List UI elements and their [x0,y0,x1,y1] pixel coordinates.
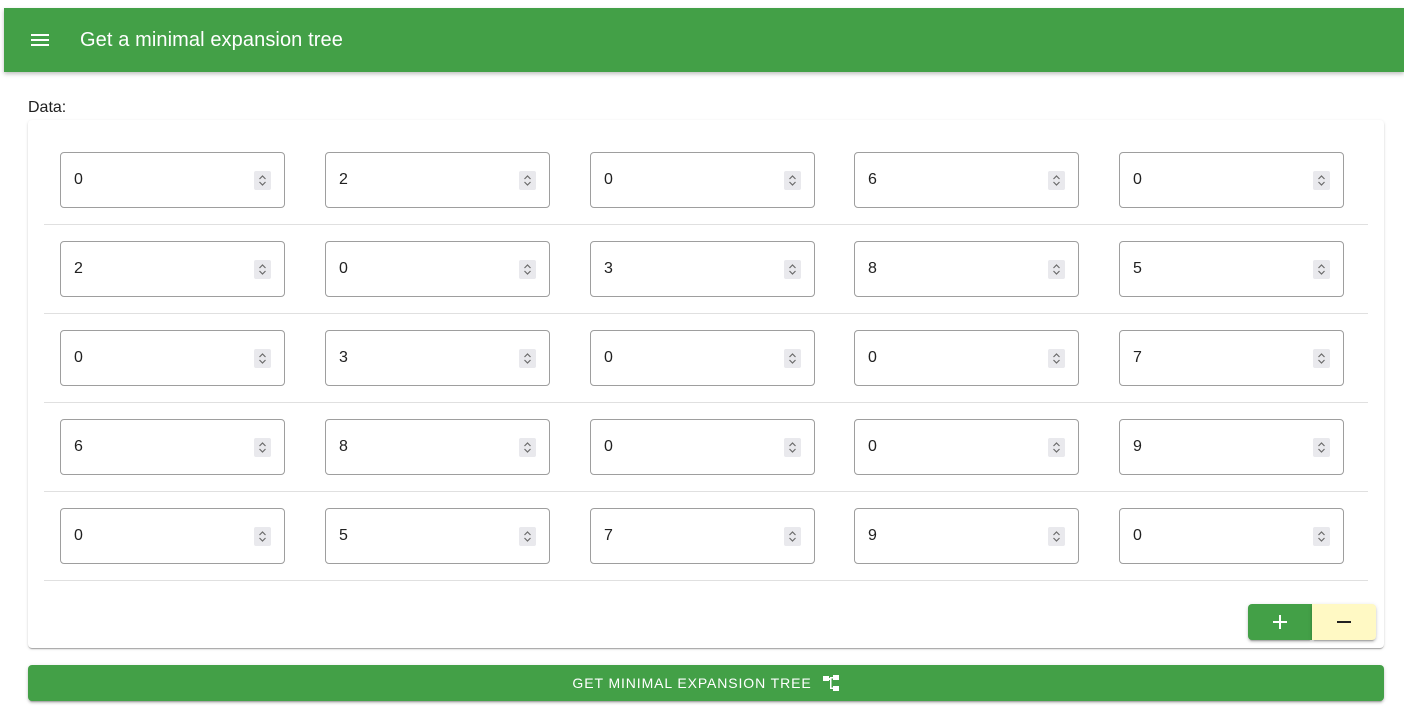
matrix-row: 6 8 0 0 9 [44,403,1368,492]
cell-value[interactable]: 0 [855,438,1048,456]
cell-value[interactable]: 0 [591,349,784,367]
cell-value[interactable]: 5 [1120,260,1313,278]
matrix-cell-input[interactable]: 9 [1119,419,1344,475]
number-spinner-icon[interactable] [1048,259,1065,279]
number-spinner-icon[interactable] [1048,348,1065,368]
number-spinner-icon[interactable] [784,170,801,190]
number-spinner-icon[interactable] [1048,437,1065,457]
matrix-cell-input[interactable]: 2 [60,241,285,297]
cell-value[interactable]: 0 [1120,171,1313,189]
matrix-cell-input[interactable]: 3 [325,330,550,386]
number-spinner-icon[interactable] [254,259,271,279]
matrix-cell-input[interactable]: 9 [854,508,1079,564]
number-spinner-icon[interactable] [1313,259,1330,279]
number-spinner-icon[interactable] [519,170,536,190]
cell-value[interactable]: 0 [326,260,519,278]
cell-value[interactable]: 0 [591,438,784,456]
add-row-button[interactable] [1248,604,1312,640]
number-spinner-icon[interactable] [254,348,271,368]
number-spinner-icon[interactable] [254,526,271,546]
cell-value[interactable]: 3 [591,260,784,278]
matrix-cell-input[interactable]: 0 [854,419,1079,475]
number-spinner-icon[interactable] [254,170,271,190]
menu-button[interactable] [16,16,64,64]
matrix-cell-input[interactable]: 0 [1119,152,1344,208]
cell-value[interactable]: 0 [61,527,254,545]
matrix-row: 0 3 0 0 7 [44,314,1368,403]
cell-value[interactable]: 6 [855,171,1048,189]
cell-value[interactable]: 8 [326,438,519,456]
cell-value[interactable]: 2 [326,171,519,189]
minus-icon [1337,621,1351,623]
matrix-row: 0 5 7 9 0 [44,492,1368,581]
row-controls [1248,604,1376,640]
cell-value[interactable]: 0 [591,171,784,189]
cell-value[interactable]: 3 [326,349,519,367]
matrix-cell-input[interactable]: 8 [325,419,550,475]
cell-value[interactable]: 9 [855,527,1048,545]
get-tree-button-label: GET MINIMAL EXPANSION TREE [572,675,812,691]
cell-value[interactable]: 0 [61,171,254,189]
matrix-cell-input[interactable]: 0 [60,152,285,208]
matrix-cell-input[interactable]: 7 [590,508,815,564]
app-title: Get a minimal expansion tree [80,28,343,51]
number-spinner-icon[interactable] [519,437,536,457]
matrix-cell-input[interactable]: 0 [325,241,550,297]
matrix-cell-input[interactable]: 2 [325,152,550,208]
number-spinner-icon[interactable] [784,259,801,279]
matrix-card: 0 2 0 6 0 2 0 3 8 5 0 3 0 0 7 6 8 0 0 9 [28,120,1384,648]
app-bar: Get a minimal expansion tree [4,8,1404,72]
cell-value[interactable]: 2 [61,260,254,278]
cell-value[interactable]: 7 [591,527,784,545]
cell-value[interactable]: 0 [855,349,1048,367]
matrix-cell-input[interactable]: 0 [590,152,815,208]
menu-icon [31,34,49,46]
remove-row-button[interactable] [1312,604,1376,640]
matrix-cell-input[interactable]: 0 [854,330,1079,386]
number-spinner-icon[interactable] [1048,526,1065,546]
matrix-cell-input[interactable]: 6 [854,152,1079,208]
cell-value[interactable]: 8 [855,260,1048,278]
matrix-cell-input[interactable]: 5 [1119,241,1344,297]
cell-value[interactable]: 9 [1120,438,1313,456]
number-spinner-icon[interactable] [1313,526,1330,546]
tree-structure-icon [822,674,840,692]
number-spinner-icon[interactable] [519,348,536,368]
number-spinner-icon[interactable] [1313,437,1330,457]
matrix-grid: 0 2 0 6 0 2 0 3 8 5 0 3 0 0 7 6 8 0 0 9 [44,136,1368,581]
matrix-cell-input[interactable]: 0 [1119,508,1344,564]
number-spinner-icon[interactable] [784,437,801,457]
matrix-cell-input[interactable]: 6 [60,419,285,475]
matrix-cell-input[interactable]: 8 [854,241,1079,297]
cell-value[interactable]: 0 [1120,527,1313,545]
get-tree-button[interactable]: GET MINIMAL EXPANSION TREE [28,665,1384,701]
number-spinner-icon[interactable] [254,437,271,457]
number-spinner-icon[interactable] [1048,170,1065,190]
plus-icon [1273,615,1287,629]
number-spinner-icon[interactable] [519,526,536,546]
number-spinner-icon[interactable] [1313,170,1330,190]
number-spinner-icon[interactable] [1313,348,1330,368]
matrix-cell-input[interactable]: 0 [60,330,285,386]
matrix-cell-input[interactable]: 0 [590,419,815,475]
matrix-cell-input[interactable]: 3 [590,241,815,297]
number-spinner-icon[interactable] [519,259,536,279]
data-label: Data: [28,99,67,116]
cell-value[interactable]: 0 [61,349,254,367]
number-spinner-icon[interactable] [784,526,801,546]
cell-value[interactable]: 6 [61,438,254,456]
cell-value[interactable]: 5 [326,527,519,545]
matrix-cell-input[interactable]: 5 [325,508,550,564]
number-spinner-icon[interactable] [784,348,801,368]
matrix-row: 2 0 3 8 5 [44,225,1368,314]
cell-value[interactable]: 7 [1120,349,1313,367]
matrix-row: 0 2 0 6 0 [44,136,1368,225]
matrix-cell-input[interactable]: 0 [60,508,285,564]
matrix-cell-input[interactable]: 7 [1119,330,1344,386]
matrix-cell-input[interactable]: 0 [590,330,815,386]
